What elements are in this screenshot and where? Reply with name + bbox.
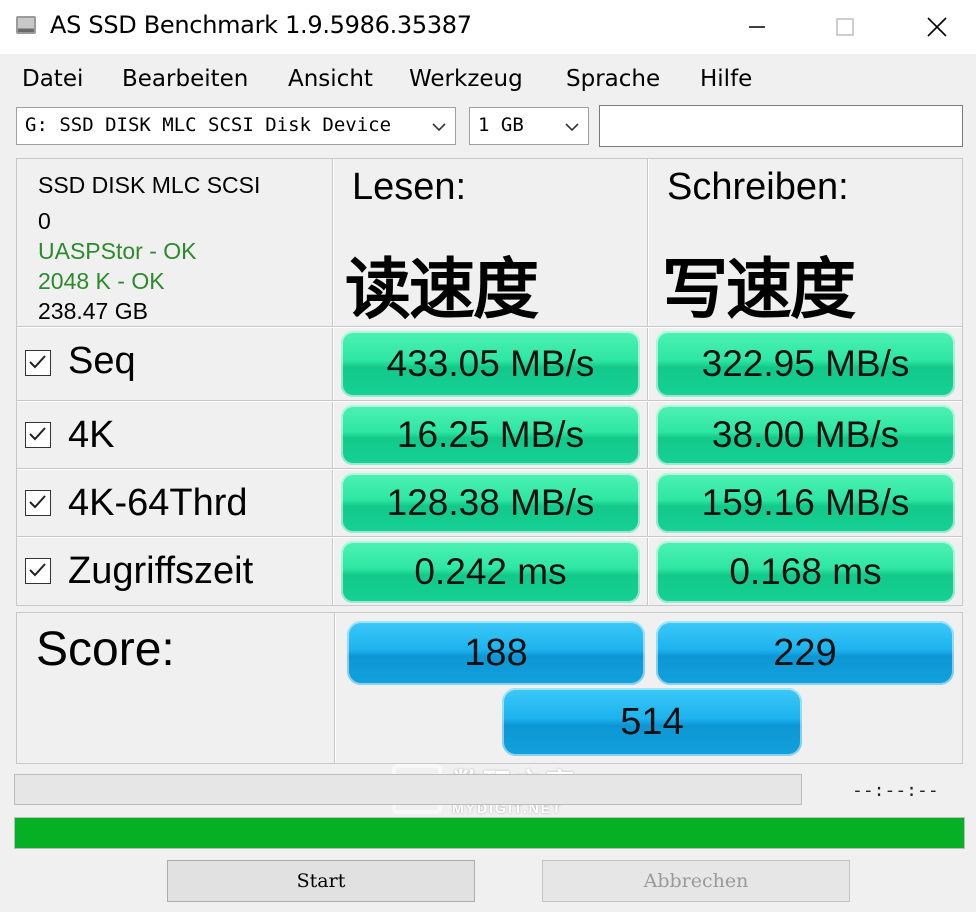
divider — [17, 468, 962, 470]
divider — [647, 159, 649, 605]
access-time-write-result: 0.168 ms — [656, 541, 955, 603]
minimize-button[interactable] — [722, 0, 792, 54]
divider — [334, 613, 336, 763]
menu-datei[interactable]: Datei — [22, 66, 83, 92]
drive-index: 0 — [38, 208, 51, 234]
4k64-read-result: 128.38 MB/s — [341, 473, 640, 533]
menu-bearbeiten[interactable]: Bearbeiten — [122, 66, 248, 92]
read-column-heading: Lesen: — [352, 166, 467, 208]
seq-checkbox[interactable] — [25, 350, 51, 376]
write-column-heading: Schreiben: — [667, 166, 849, 208]
divider — [332, 159, 334, 605]
drive-select-value: G: SSD DISK MLC SCSI Disk Device — [25, 114, 392, 136]
4k-label: 4K — [68, 414, 115, 456]
test-progress-bar — [14, 774, 802, 805]
close-icon — [927, 17, 947, 37]
seq-read-result: 433.05 MB/s — [341, 331, 640, 397]
4k64-label: 4K-64Thrd — [68, 482, 248, 524]
app-icon — [16, 16, 36, 34]
alignment-status: 2048 K - OK — [38, 268, 165, 294]
title-bar: AS SSD Benchmark 1.9.5986.35387 — [0, 0, 976, 54]
4k64-checkbox[interactable] — [25, 490, 51, 516]
chevron-down-icon — [432, 123, 446, 132]
access-time-read-result: 0.242 ms — [341, 541, 640, 603]
read-speed-caption: 读速度 — [345, 251, 539, 328]
checkmark-icon — [29, 495, 46, 509]
overall-progress-bar — [14, 817, 965, 849]
drive-select[interactable]: G: SSD DISK MLC SCSI Disk Device — [16, 107, 456, 145]
close-button[interactable] — [902, 0, 972, 54]
read-score: 188 — [347, 621, 645, 685]
seq-label: Seq — [68, 340, 136, 382]
menu-bar: Datei Bearbeiten Ansicht Werkzeug Sprach… — [0, 58, 976, 102]
window-title: AS SSD Benchmark 1.9.5986.35387 — [50, 11, 472, 39]
elapsed-time: --:--:-- — [852, 780, 939, 801]
driver-status: UASPStor - OK — [38, 238, 197, 264]
divider — [17, 400, 962, 402]
4k-read-result: 16.25 MB/s — [341, 405, 640, 465]
checkmark-icon — [29, 563, 46, 577]
menu-hilfe[interactable]: Hilfe — [700, 66, 752, 92]
abort-button[interactable]: Abbrechen — [542, 860, 850, 902]
overall-progress-fill — [15, 818, 964, 848]
write-score: 229 — [656, 621, 954, 685]
start-button[interactable]: Start — [167, 860, 475, 902]
menu-ansicht[interactable]: Ansicht — [288, 66, 373, 92]
maximize-button[interactable] — [810, 0, 880, 54]
size-select[interactable]: 1 GB — [469, 107, 589, 145]
chevron-down-icon — [565, 123, 579, 132]
total-score: 514 — [502, 688, 802, 756]
4k-write-result: 38.00 MB/s — [656, 405, 955, 465]
access-time-checkbox[interactable] — [25, 558, 51, 584]
checkmark-icon — [29, 427, 46, 441]
divider — [17, 536, 962, 538]
drive-name: SSD DISK MLC SCSI — [38, 172, 261, 198]
minimize-icon — [749, 26, 765, 28]
info-textbox[interactable] — [599, 105, 963, 147]
menu-werkzeug[interactable]: Werkzeug — [409, 66, 523, 92]
access-time-label: Zugriffszeit — [68, 550, 254, 592]
size-select-value: 1 GB — [478, 114, 524, 136]
seq-write-result: 322.95 MB/s — [656, 331, 955, 397]
checkmark-icon — [29, 355, 46, 369]
4k64-write-result: 159.16 MB/s — [656, 473, 955, 533]
drive-capacity: 238.47 GB — [38, 298, 148, 324]
4k-checkbox[interactable] — [25, 422, 51, 448]
write-speed-caption: 写速度 — [662, 251, 856, 328]
score-label: Score: — [36, 623, 175, 676]
menu-sprache[interactable]: Sprache — [566, 66, 660, 92]
maximize-icon — [836, 18, 854, 36]
